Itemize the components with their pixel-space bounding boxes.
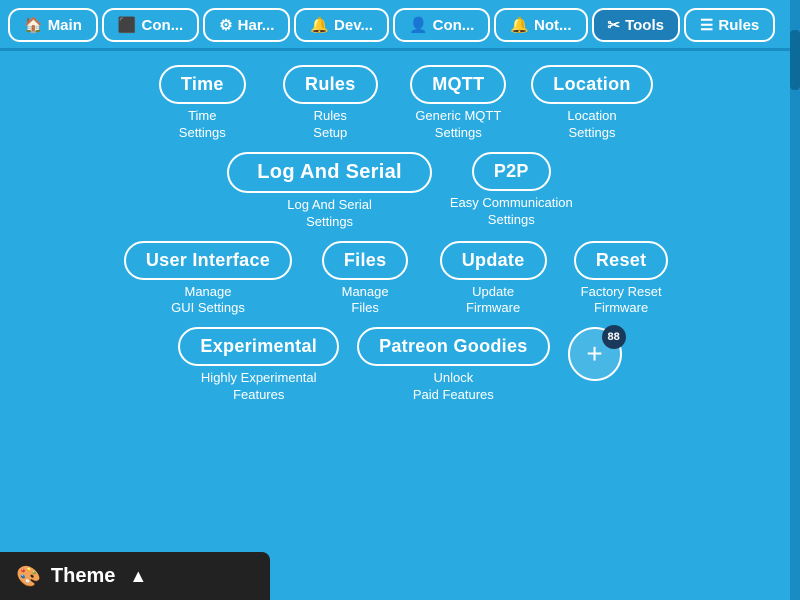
log-serial-label: Log And SerialSettings (287, 197, 372, 231)
reset-button[interactable]: Reset (574, 241, 669, 280)
tool-location: Location LocationSettings (531, 65, 652, 142)
files-label: ManageFiles (342, 284, 389, 318)
tab-tools[interactable]: ✂ Tools (592, 8, 680, 42)
rules-label: RulesSetup (313, 108, 347, 142)
log-serial-button[interactable]: Log And Serial (227, 152, 432, 193)
scrollbar-thumb[interactable] (790, 30, 800, 90)
tab-con2[interactable]: 👤 Con... (393, 8, 490, 42)
time-label: TimeSettings (179, 108, 226, 142)
tool-rules: Rules RulesSetup (275, 65, 385, 142)
tab-not[interactable]: 🔔 Not... (494, 8, 587, 42)
tools-row-1: Time TimeSettings Rules RulesSetup MQTT … (20, 65, 780, 142)
tool-files: Files ManageFiles (310, 241, 420, 318)
tool-time: Time TimeSettings (147, 65, 257, 142)
experimental-label: Highly ExperimentalFeatures (201, 370, 317, 404)
tab-rules[interactable]: ☰ Rules (684, 8, 775, 42)
files-button[interactable]: Files (322, 241, 409, 280)
tab-con1[interactable]: ⬛ Con... (102, 8, 199, 42)
tool-user-interface: User Interface ManageGUI Settings (124, 241, 292, 318)
badge-count: 88 (602, 325, 626, 349)
location-label: LocationSettings (567, 108, 616, 142)
tools-row-4: Experimental Highly ExperimentalFeatures… (20, 327, 780, 404)
scrollbar[interactable] (790, 0, 800, 600)
tab-main[interactable]: 🏠 Main (8, 8, 98, 42)
tool-mqtt: MQTT Generic MQTTSettings (403, 65, 513, 142)
tool-p2p: P2P Easy CommunicationSettings (450, 152, 573, 231)
user-interface-label: ManageGUI Settings (171, 284, 245, 318)
p2p-label: Easy CommunicationSettings (450, 195, 573, 229)
theme-icon: 🎨 (16, 564, 41, 589)
tools-row-2: Log And Serial Log And SerialSettings P2… (20, 152, 780, 231)
reset-label: Factory ResetFirmware (581, 284, 662, 318)
con1-icon: ⬛ (118, 16, 137, 34)
home-icon: 🏠 (24, 16, 43, 34)
gear-icon: ⚙ (219, 16, 232, 34)
patreon-label: UnlockPaid Features (413, 370, 494, 404)
rules-button[interactable]: Rules (283, 65, 378, 104)
dev-icon: 🔔 (310, 16, 329, 34)
update-button[interactable]: Update (440, 241, 547, 280)
tab-hardware[interactable]: ⚙ Har... (203, 8, 290, 42)
mqtt-button[interactable]: MQTT (410, 65, 506, 104)
theme-label: Theme (51, 565, 115, 588)
tools-row-3: User Interface ManageGUI Settings Files … (20, 241, 780, 318)
main-content: Time TimeSettings Rules RulesSetup MQTT … (0, 51, 800, 428)
theme-arrow: ▲ (129, 566, 147, 587)
time-button[interactable]: Time (159, 65, 246, 104)
bell-icon: 🔔 (510, 16, 529, 34)
tool-experimental: Experimental Highly ExperimentalFeatures (178, 327, 339, 404)
tool-reset: Reset Factory ResetFirmware (566, 241, 676, 318)
mqtt-label: Generic MQTTSettings (415, 108, 501, 142)
experimental-button[interactable]: Experimental (178, 327, 339, 366)
update-label: UpdateFirmware (466, 284, 520, 318)
tab-dev[interactable]: 🔔 Dev... (294, 8, 389, 42)
user-interface-button[interactable]: User Interface (124, 241, 292, 280)
tool-patreon: Patreon Goodies UnlockPaid Features (357, 327, 550, 404)
person-icon: 👤 (409, 16, 428, 34)
patreon-button[interactable]: Patreon Goodies (357, 327, 550, 366)
tool-update: Update UpdateFirmware (438, 241, 548, 318)
theme-bar[interactable]: 🎨 Theme ▲ (0, 552, 270, 600)
location-button[interactable]: Location (531, 65, 652, 104)
top-nav: 🏠 Main ⬛ Con... ⚙ Har... 🔔 Dev... 👤 Con.… (0, 0, 800, 42)
tool-log-serial: Log And Serial Log And SerialSettings (227, 152, 432, 231)
plus-badge-container: + 88 (568, 327, 622, 381)
p2p-button[interactable]: P2P (472, 152, 551, 191)
scissors-icon: ✂ (608, 16, 621, 34)
rules-icon: ☰ (700, 16, 713, 34)
